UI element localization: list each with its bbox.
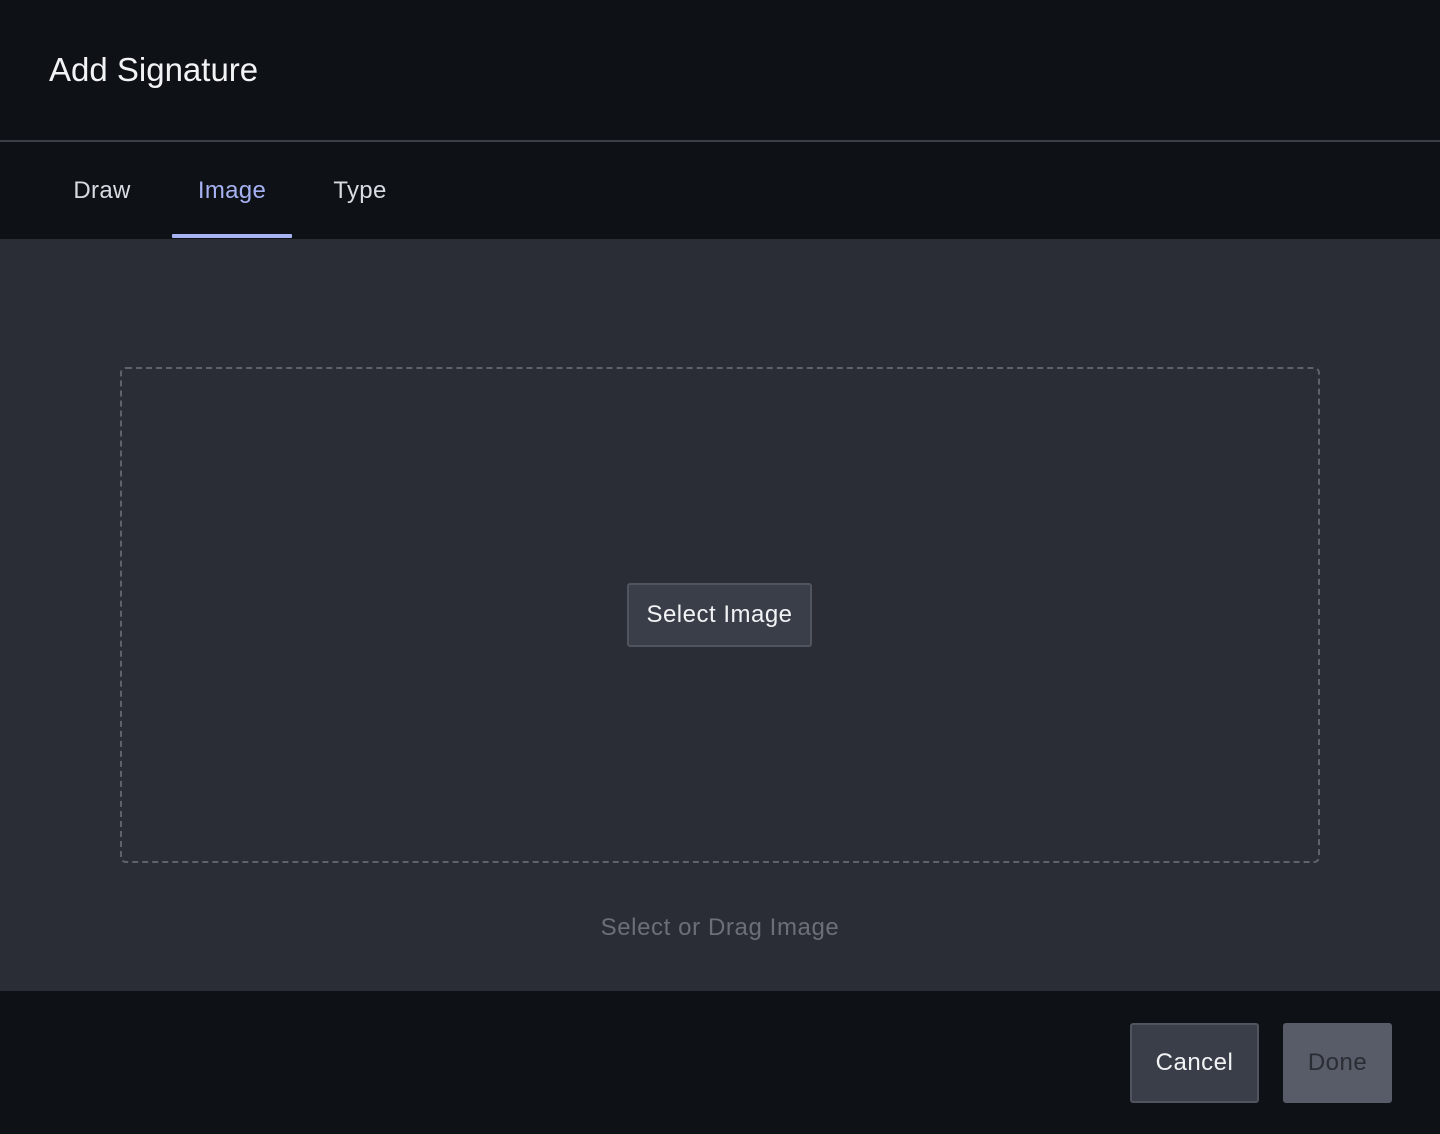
tab-draw[interactable]: Draw (48, 142, 156, 239)
active-tab-indicator (172, 234, 292, 238)
tab-image[interactable]: Image (172, 142, 292, 239)
cancel-button[interactable]: Cancel (1130, 1023, 1259, 1103)
image-tab-panel: Select Image Select or Drag Image (0, 239, 1440, 991)
add-signature-dialog: Add Signature Draw Image Type Select Ima… (0, 0, 1440, 1134)
tab-type[interactable]: Type (308, 142, 412, 239)
select-image-button[interactable]: Select Image (627, 583, 812, 647)
tab-bar: Draw Image Type (0, 142, 1440, 239)
dialog-header: Add Signature (0, 0, 1440, 142)
dropzone-hint: Select or Drag Image (600, 914, 840, 941)
dialog-title: Add Signature (49, 51, 259, 88)
dialog-footer: Cancel Done (0, 991, 1440, 1134)
done-button[interactable]: Done (1283, 1023, 1392, 1103)
